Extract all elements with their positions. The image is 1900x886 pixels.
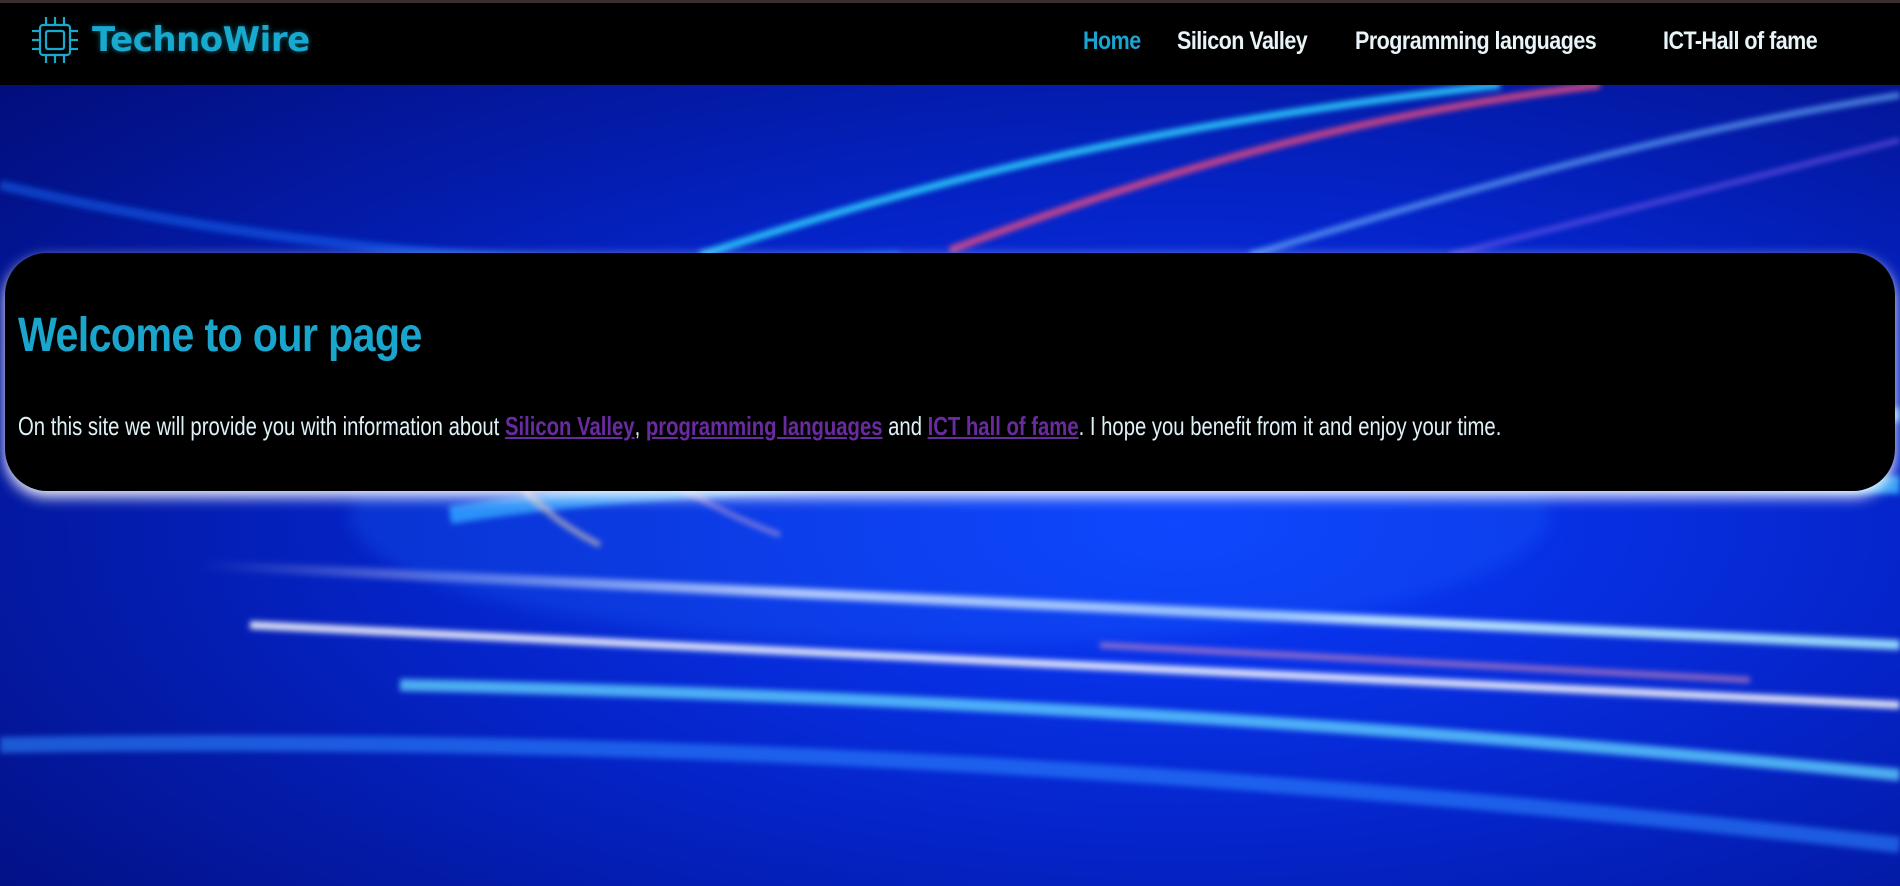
- link-programming-languages[interactable]: programming languages: [646, 411, 883, 441]
- brand-name: TechnoWire: [92, 20, 310, 60]
- intro-text: On this site we will provide you with in…: [18, 411, 505, 441]
- page: TechnoWire Home Silicon Valley Programmi…: [0, 0, 1900, 886]
- nav-programming-languages[interactable]: Programming languages: [1355, 27, 1597, 56]
- welcome-text: On this site we will provide you with in…: [18, 411, 1501, 442]
- site-header: TechnoWire Home Silicon Valley Programmi…: [0, 3, 1900, 85]
- main-nav: Home Silicon Valley Programming language…: [1083, 27, 1842, 56]
- comma-separator: ,: [634, 411, 646, 441]
- nav-home[interactable]: Home: [1083, 27, 1141, 56]
- chip-icon: [32, 17, 78, 63]
- nav-ict-hall-of-fame[interactable]: ICT-Hall of fame: [1663, 27, 1818, 56]
- outro-text: . I hope you benefit from it and enjoy y…: [1078, 411, 1502, 441]
- logo[interactable]: TechnoWire: [26, 11, 310, 69]
- welcome-heading: Welcome to our page: [18, 309, 422, 362]
- link-silicon-valley[interactable]: Silicon Valley: [505, 411, 635, 441]
- and-separator: and: [882, 411, 928, 441]
- nav-silicon-valley[interactable]: Silicon Valley: [1177, 27, 1308, 56]
- welcome-panel: Welcome to our page On this site we will…: [5, 253, 1895, 491]
- link-ict-hall-of-fame[interactable]: ICT hall of fame: [928, 411, 1079, 441]
